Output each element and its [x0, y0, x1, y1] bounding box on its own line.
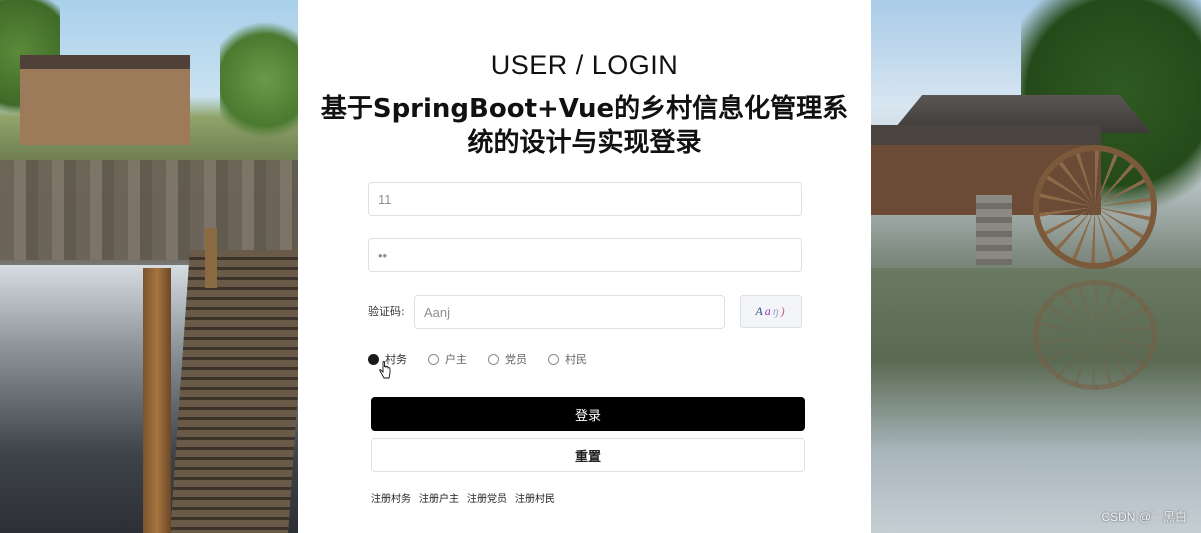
water-wheel-shape	[1033, 145, 1157, 269]
tree-shape	[220, 10, 310, 150]
role-radio-cunmin[interactable]: 村民	[548, 351, 587, 367]
register-cunwu-link[interactable]: 注册村务	[371, 490, 411, 505]
house-shape	[20, 55, 190, 145]
role-label: 党员	[505, 353, 527, 366]
stone-wall-shape	[0, 160, 298, 260]
wheel-reflection-shape	[1033, 280, 1157, 390]
hand-cursor-icon	[379, 361, 391, 379]
radio-unchecked-icon[interactable]	[548, 353, 559, 365]
captcha-char: a	[764, 304, 773, 318]
password-input[interactable]	[378, 239, 792, 271]
captcha-char: A	[755, 304, 765, 318]
captcha-char: )	[780, 304, 787, 318]
register-cunmin-link[interactable]: 注册村民	[515, 490, 555, 505]
role-radio-group: 村务 户主 党员 村民	[368, 351, 608, 367]
page-title-en: USER / LOGIN	[490, 50, 679, 80]
role-label: 户主	[445, 353, 467, 366]
password-field[interactable]	[368, 238, 802, 272]
captcha-input[interactable]	[424, 296, 715, 328]
role-radio-dangyuan[interactable]: 党员	[488, 351, 527, 367]
boardwalk-shape	[170, 250, 308, 533]
captcha-char: ŋ	[772, 304, 781, 318]
username-input[interactable]	[378, 183, 792, 215]
login-button[interactable]: 登录	[371, 397, 805, 431]
captcha-field[interactable]	[414, 295, 725, 329]
watermark: CSDN @゛黑白	[1101, 510, 1187, 524]
stone-pillar-shape	[976, 195, 1012, 265]
captcha-image[interactable]: A a ŋ )	[740, 295, 802, 328]
role-label: 村民	[565, 353, 587, 366]
register-huzhu-link[interactable]: 注册户主	[419, 490, 459, 505]
captcha-label: 验证码:	[368, 305, 405, 318]
village-photo-left	[0, 0, 310, 533]
username-field[interactable]	[368, 182, 802, 216]
page-title: 基于SpringBoot+Vue的乡村信息化管理系统的设计与实现登录	[320, 94, 849, 158]
radio-unchecked-icon[interactable]	[428, 353, 439, 365]
wooden-post-shape	[143, 268, 171, 533]
river-shape	[871, 268, 1201, 533]
register-dangyuan-link[interactable]: 注册党员	[467, 490, 507, 505]
login-panel: USER / LOGIN 基于SpringBoot+Vue的乡村信息化管理系统的…	[298, 0, 871, 533]
role-radio-huzhu[interactable]: 户主	[428, 351, 467, 367]
village-photo-right	[871, 0, 1201, 533]
wooden-post-shape	[205, 228, 217, 288]
radio-unchecked-icon[interactable]	[488, 353, 499, 365]
reset-button[interactable]: 重置	[371, 438, 805, 472]
register-links: 注册村务 注册户主 注册党员 注册村民	[371, 490, 563, 505]
